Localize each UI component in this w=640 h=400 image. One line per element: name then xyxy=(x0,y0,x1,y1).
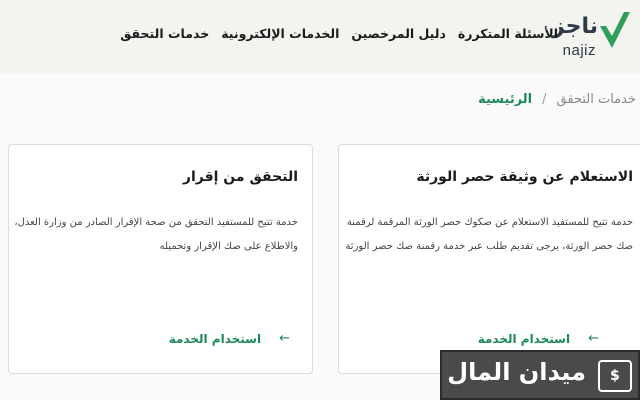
nav-faq[interactable]: الأسئلة المتكررة xyxy=(458,26,558,41)
breadcrumb: الرئيسية / خدمات التحقق xyxy=(478,92,636,107)
card-title: الاستعلام عن وثيقة حصر الورثة xyxy=(416,169,633,185)
nav-verification-services[interactable]: خدمات التحقق xyxy=(120,26,209,41)
use-service-label: استخدام الخدمة xyxy=(168,331,262,346)
service-card-heirs-inquiry: الاستعلام عن وثيقة حصر الورثة خدمة تتيح … xyxy=(338,144,640,374)
breadcrumb-current: خدمات التحقق xyxy=(556,92,636,107)
arrow-left-icon: ← xyxy=(279,331,290,346)
use-service-label: استخدام الخدمة xyxy=(477,331,571,346)
logo-english-text: najiz xyxy=(562,42,596,59)
use-service-button[interactable]: استخدام الخدمة ← xyxy=(169,331,290,346)
watermark-text: ميدان المال xyxy=(447,358,586,386)
arrow-left-icon: ← xyxy=(588,331,599,346)
checkmark-logo-icon xyxy=(600,12,630,48)
card-title: التحقق من إقرار xyxy=(182,169,298,185)
watermark-badge: ميدان المال $ xyxy=(440,350,640,400)
card-description: خدمة تتيح للمستفيد التحقق من صحة الإقرار… xyxy=(14,217,298,252)
nav-electronic-services[interactable]: الخدمات الإلكترونية xyxy=(221,26,339,41)
money-bag-icon: $ xyxy=(598,360,632,392)
breadcrumb-separator: / xyxy=(542,92,547,107)
najiz-logo[interactable]: ناجز najiz xyxy=(552,6,632,62)
card-description: خدمة تتيح للمستفيد الاستعلام عن صكوك حصر… xyxy=(345,217,633,252)
main-nav: خدمات التحقق الخدمات الإلكترونية دليل ال… xyxy=(120,26,558,41)
nav-licensees-guide[interactable]: دليل المرخصين xyxy=(351,26,446,41)
logo-arabic-text: ناجز xyxy=(551,14,598,39)
site-header: ناجز najiz خدمات التحقق الخدمات الإلكترو… xyxy=(0,0,640,74)
breadcrumb-home[interactable]: الرئيسية xyxy=(478,92,532,107)
use-service-button[interactable]: استخدام الخدمة ← xyxy=(478,331,599,346)
service-card-acknowledgment-verify: التحقق من إقرار خدمة تتيح للمستفيد التحق… xyxy=(8,144,313,374)
